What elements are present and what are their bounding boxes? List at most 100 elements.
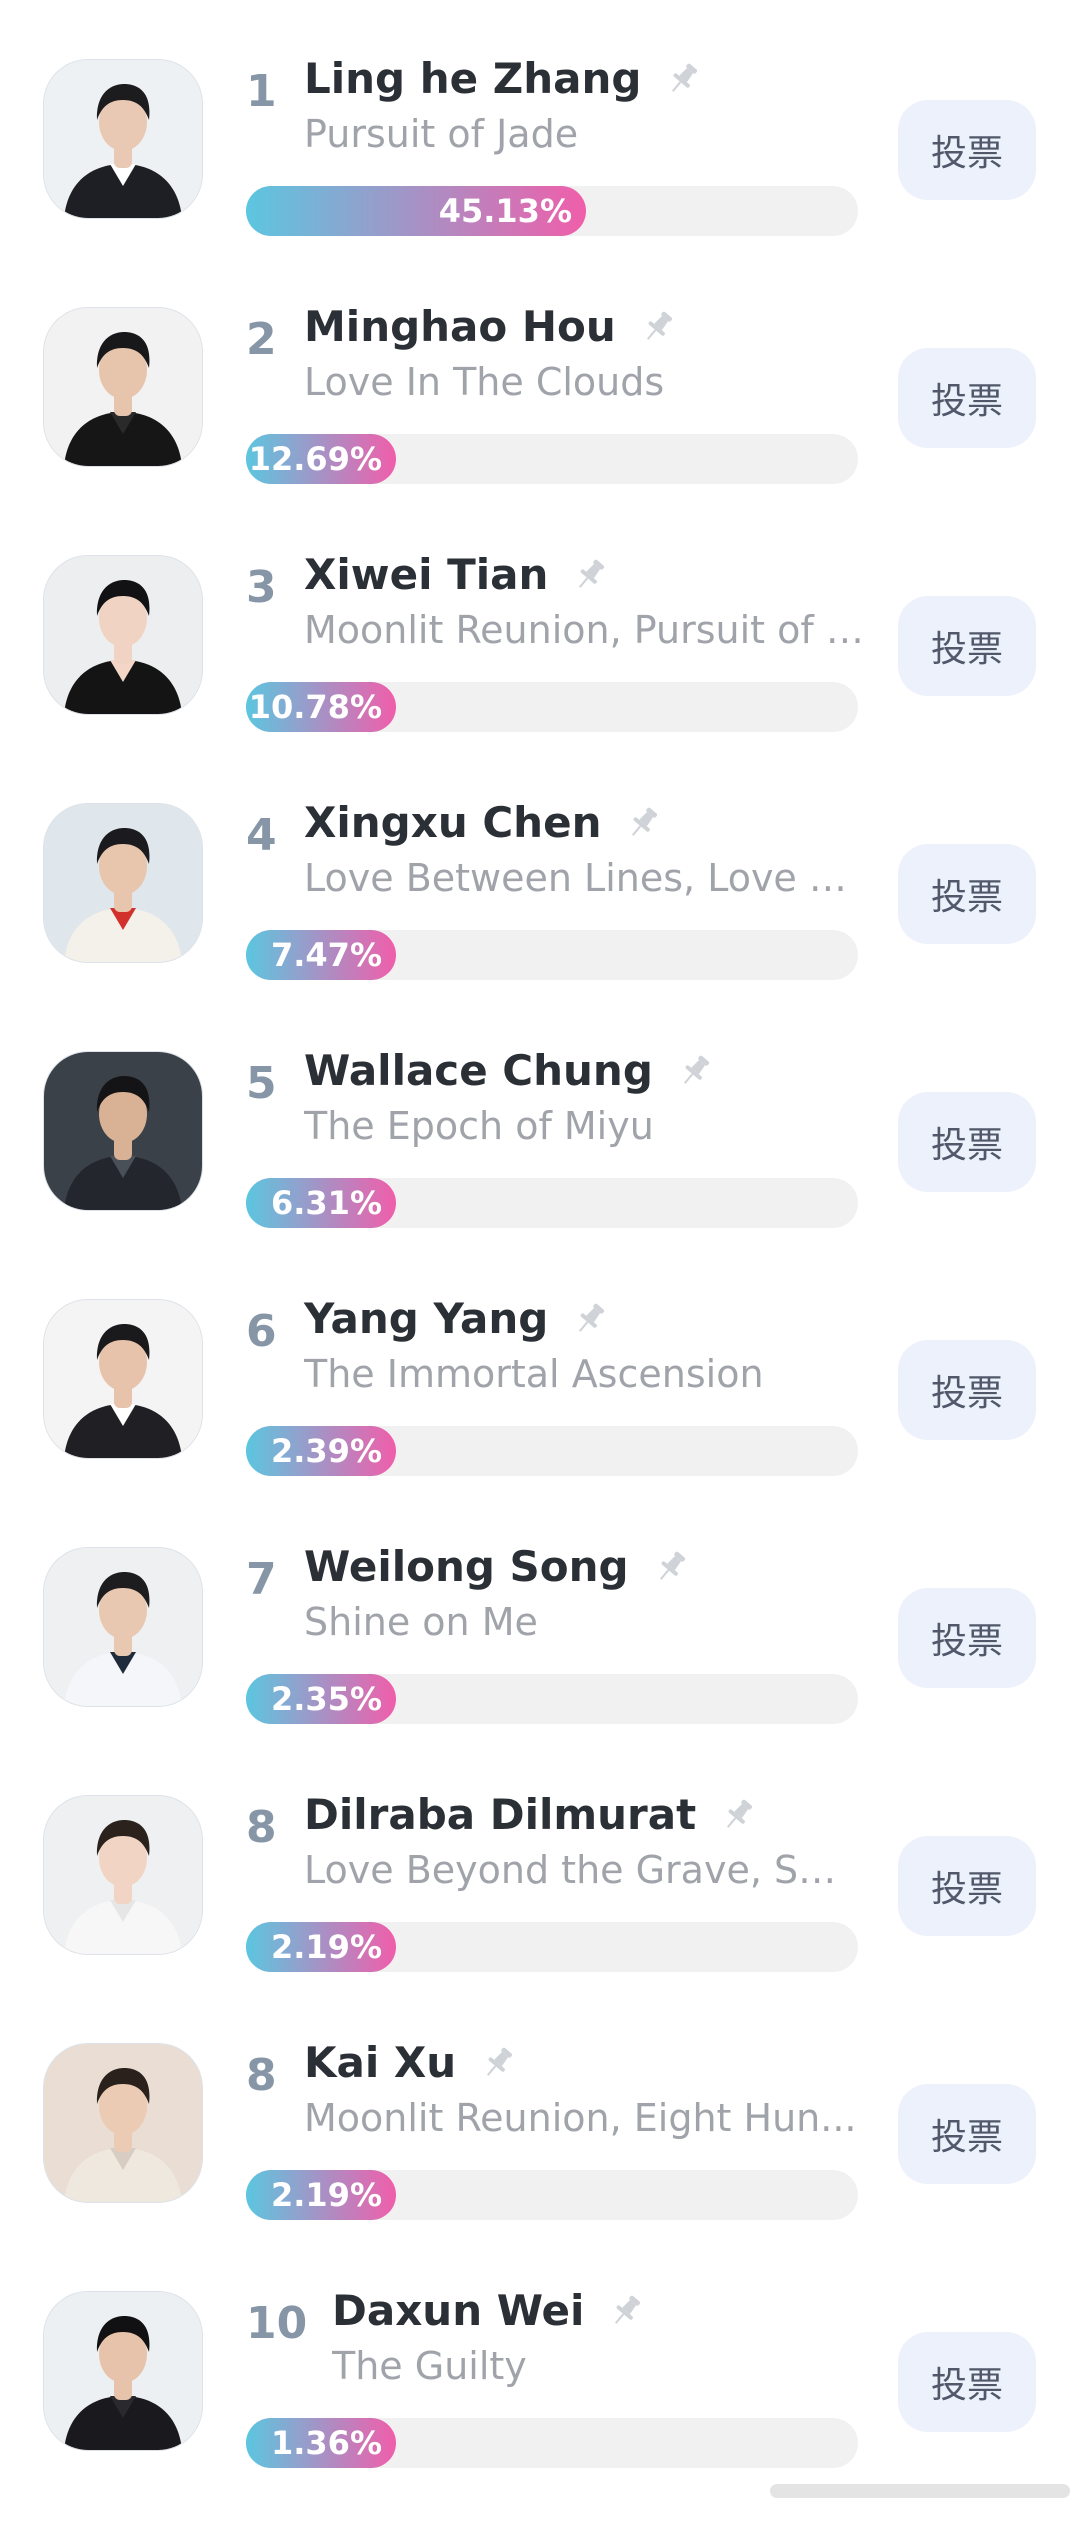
vote-percentage: 12.69%	[249, 440, 382, 478]
ranking-row: 6 Yang Yang The Immortal Ascension 2.39% 投票	[0, 1294, 1080, 1548]
rank-number: 3	[246, 562, 277, 613]
pin-icon[interactable]	[478, 2043, 518, 2083]
vote-share-bar: 2.35%	[246, 1674, 858, 1724]
vote-percentage: 2.19%	[271, 1928, 382, 1966]
avatar[interactable]	[44, 1796, 202, 1954]
vote-button[interactable]: 投票	[898, 844, 1036, 944]
works-list: Love In The Clouds	[304, 360, 665, 404]
percentage-value: 2.39	[270, 1432, 350, 1470]
works-list: Moonlit Reunion, Pursuit of J...	[304, 608, 864, 652]
avatar[interactable]	[44, 2292, 202, 2450]
avatar[interactable]	[44, 1052, 202, 1210]
vote-share-bar: 2.19%	[246, 2170, 858, 2220]
percent-sign: %	[349, 1928, 382, 1966]
percentage-value: 45.13	[438, 192, 540, 230]
actor-name-line: Kai Xu	[304, 2038, 518, 2087]
vote-share-fill: 7.47%	[246, 930, 396, 980]
vote-share-bar: 2.19%	[246, 1922, 858, 1972]
actor-name: Xingxu Chen	[304, 798, 602, 847]
ranking-row: 1 Ling he Zhang Pursuit of Jade 45.13% 投票	[0, 54, 1080, 308]
rank-number: 8	[246, 1802, 277, 1853]
vote-share-fill: 2.39%	[246, 1426, 396, 1476]
percent-sign: %	[349, 936, 382, 974]
pin-icon[interactable]	[651, 1547, 691, 1587]
vote-button[interactable]: 投票	[898, 2084, 1036, 2184]
works-list: The Epoch of Miyu	[304, 1104, 654, 1148]
vote-share-bar: 7.47%	[246, 930, 858, 980]
actor-name-line: Daxun Wei	[332, 2286, 646, 2335]
pin-icon[interactable]	[606, 2291, 646, 2331]
percent-sign: %	[349, 1432, 382, 1470]
pin-icon[interactable]	[663, 59, 703, 99]
avatar[interactable]	[44, 804, 202, 962]
rank-number: 1	[246, 66, 277, 117]
vote-button[interactable]: 投票	[898, 1340, 1036, 1440]
rank-number: 8	[246, 2050, 277, 2101]
avatar[interactable]	[44, 556, 202, 714]
ranking-row: 7 Weilong Song Shine on Me 2.35% 投票	[0, 1542, 1080, 1796]
vote-button[interactable]: 投票	[898, 2332, 1036, 2432]
ranking-row: 4 Xingxu Chen Love Between Lines, Love O..…	[0, 798, 1080, 1052]
vote-share-bar: 1.36%	[246, 2418, 858, 2468]
percentage-value: 2.19	[270, 1928, 350, 1966]
percent-sign: %	[349, 2176, 382, 2214]
actor-name-line: Xiwei Tian	[304, 550, 610, 599]
pin-icon[interactable]	[570, 555, 610, 595]
avatar[interactable]	[44, 1300, 202, 1458]
actor-name: Daxun Wei	[332, 2286, 585, 2335]
rank-number: 10	[246, 2298, 308, 2349]
actor-name-line: Weilong Song	[304, 1542, 691, 1591]
rank-number: 5	[246, 1058, 277, 1109]
actor-name: Dilraba Dilmurat	[304, 1790, 697, 1839]
pin-icon[interactable]	[623, 803, 663, 843]
ranking-row: 3 Xiwei Tian Moonlit Reunion, Pursuit of J…	[0, 550, 1080, 804]
percent-sign: %	[539, 192, 572, 230]
vote-button[interactable]: 投票	[898, 348, 1036, 448]
vote-share-fill: 6.31%	[246, 1178, 396, 1228]
vote-percentage: 7.47%	[271, 936, 382, 974]
vote-share-fill: 12.69%	[246, 434, 396, 484]
avatar[interactable]	[44, 308, 202, 466]
percent-sign: %	[349, 1184, 382, 1222]
actor-name: Yang Yang	[304, 1294, 549, 1343]
vote-percentage: 10.78%	[249, 688, 382, 726]
vote-button[interactable]: 投票	[898, 100, 1036, 200]
actor-name-line: Minghao Hou	[304, 302, 678, 351]
rank-number: 4	[246, 810, 277, 861]
rank-number: 2	[246, 314, 277, 365]
pin-icon[interactable]	[638, 307, 678, 347]
actor-name: Weilong Song	[304, 1542, 629, 1591]
works-list: Moonlit Reunion, Eight Hun...	[304, 2096, 857, 2140]
vote-percentage: 1.36%	[271, 2424, 382, 2462]
works-list: Pursuit of Jade	[304, 112, 579, 156]
pin-icon[interactable]	[675, 1051, 715, 1091]
pin-icon[interactable]	[718, 1795, 758, 1835]
vote-button[interactable]: 投票	[898, 596, 1036, 696]
percent-sign: %	[349, 2424, 382, 2462]
works-list: The Guilty	[332, 2344, 527, 2388]
works-list: The Immortal Ascension	[304, 1352, 764, 1396]
vote-share-bar: 2.39%	[246, 1426, 858, 1476]
percentage-value: 10.78	[248, 688, 350, 726]
ranking-row: 8 Kai Xu Moonlit Reunion, Eight Hun... 2.19…	[0, 2038, 1080, 2292]
pin-icon[interactable]	[570, 1299, 610, 1339]
rank-number: 7	[246, 1554, 277, 1605]
vote-button[interactable]: 投票	[898, 1092, 1036, 1192]
percentage-value: 1.36	[270, 2424, 350, 2462]
avatar[interactable]	[44, 60, 202, 218]
avatar[interactable]	[44, 1548, 202, 1706]
vote-share-fill: 1.36%	[246, 2418, 396, 2468]
vote-percentage: 2.19%	[271, 2176, 382, 2214]
actor-name: Wallace Chung	[304, 1046, 653, 1095]
actor-name: Minghao Hou	[304, 302, 616, 351]
percentage-value: 2.19	[270, 2176, 350, 2214]
percent-sign: %	[349, 440, 382, 478]
vote-percentage: 6.31%	[271, 1184, 382, 1222]
actor-name-line: Ling he Zhang	[304, 54, 703, 103]
vote-share-bar: 45.13%	[246, 186, 858, 236]
avatar[interactable]	[44, 2044, 202, 2202]
vote-button[interactable]: 投票	[898, 1588, 1036, 1688]
vote-share-fill: 10.78%	[246, 682, 396, 732]
vote-button[interactable]: 投票	[898, 1836, 1036, 1936]
actor-name: Kai Xu	[304, 2038, 457, 2087]
